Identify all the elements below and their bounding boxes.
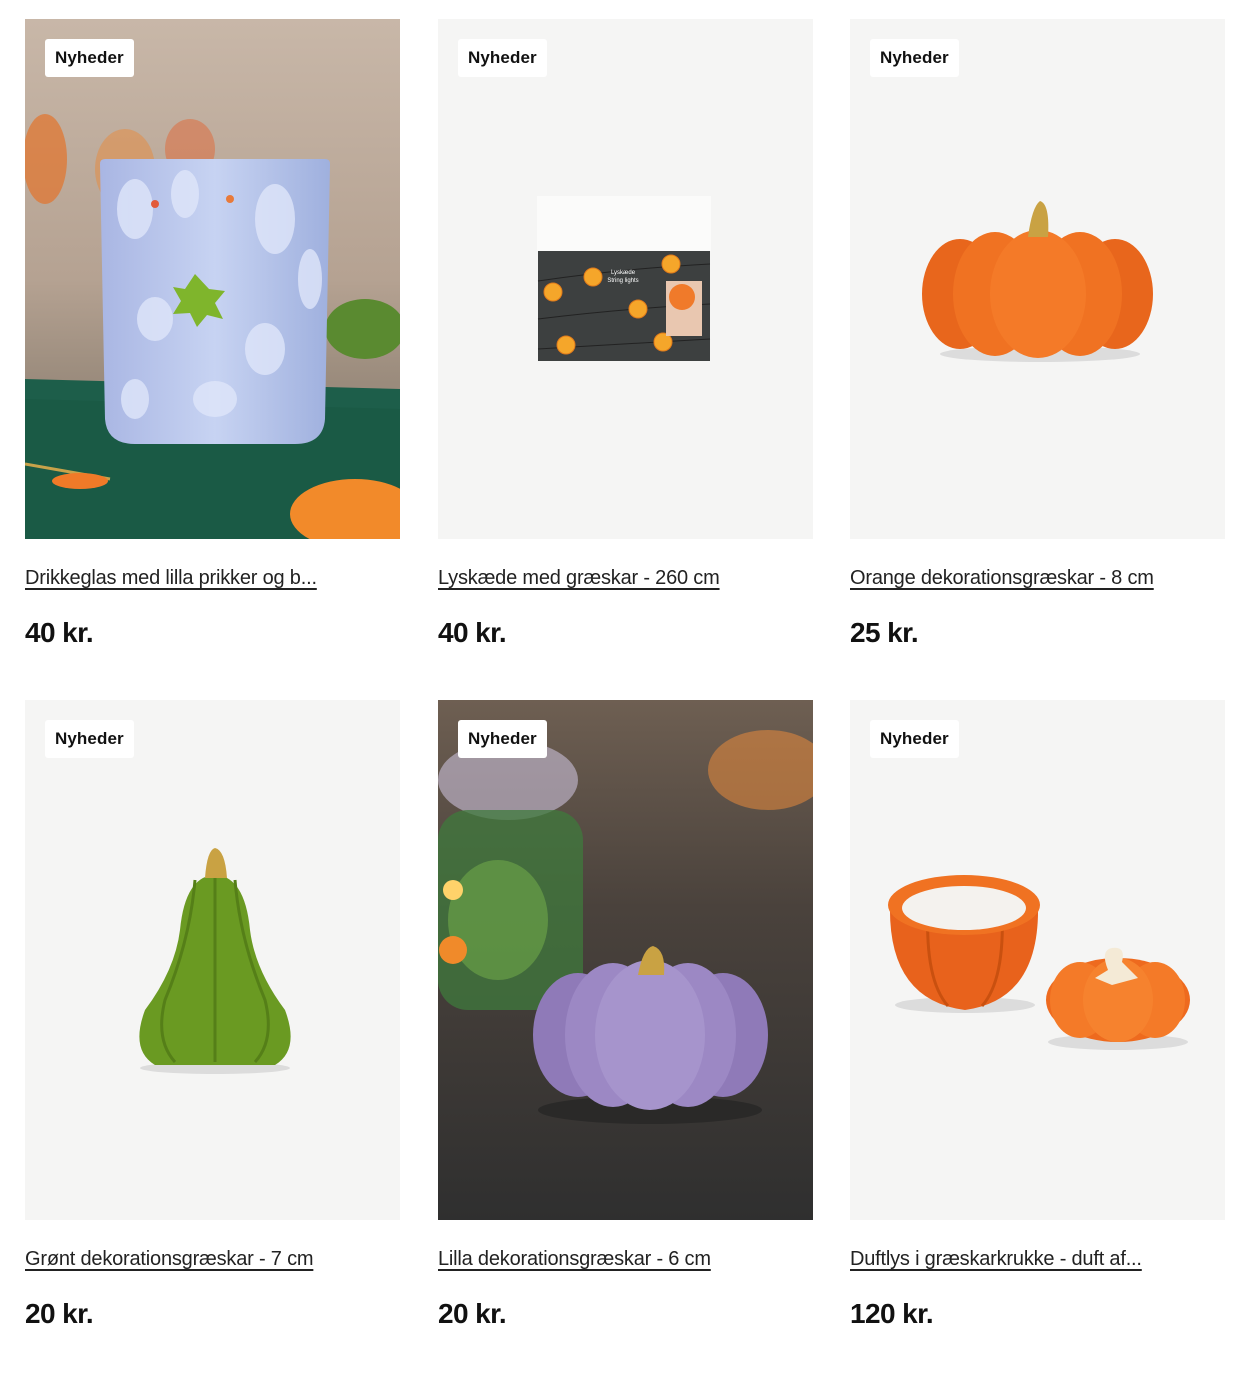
purple-pumpkin-photo: [438, 700, 813, 1220]
product-price: 20 kr.: [25, 1298, 94, 1329]
new-badge: Nyheder: [870, 39, 959, 77]
product-price: 120 kr.: [850, 1298, 934, 1329]
new-badge: Nyheder: [45, 39, 134, 77]
product-price: 25 kr.: [850, 617, 919, 648]
product-title-link[interactable]: Lilla dekorationsgræskar - 6 cm: [438, 1248, 813, 1271]
product-image[interactable]: Lyskæde String lights Nyheder: [438, 19, 813, 539]
new-badge: Nyheder: [45, 720, 134, 758]
product-title-link[interactable]: Orange dekorationsgræskar - 8 cm: [850, 567, 1225, 590]
new-badge: Nyheder: [870, 720, 959, 758]
product-title-link[interactable]: Drikkeglas med lilla prikker og b...: [25, 567, 400, 590]
product-price: 20 kr.: [438, 1298, 507, 1329]
product-image[interactable]: Nyheder: [25, 19, 400, 539]
product-image[interactable]: Nyheder: [850, 19, 1225, 539]
product-title-link[interactable]: Lyskæde med græskar - 260 cm: [438, 567, 813, 590]
orange-pumpkin: [850, 19, 1225, 539]
product-image[interactable]: Nyheder: [438, 700, 813, 1220]
product-price: 40 kr.: [438, 617, 507, 648]
glass-photo: [25, 19, 400, 539]
new-badge: Nyheder: [458, 720, 547, 758]
pumpkin-candle-jar: [850, 700, 1225, 1220]
package-line2: String lights: [607, 278, 638, 284]
string-lights-package: Lyskæde String lights: [438, 19, 813, 539]
product-title-link[interactable]: Grønt dekorationsgræskar - 7 cm: [25, 1248, 400, 1271]
new-badge: Nyheder: [458, 39, 547, 77]
package-line1: Lyskæde: [611, 270, 636, 276]
product-image[interactable]: Nyheder: [25, 700, 400, 1220]
product-image[interactable]: Nyheder: [850, 700, 1225, 1220]
product-grid: Nyheder Drikkeglas med lilla prikker og …: [0, 0, 1250, 1374]
product-price: 40 kr.: [25, 617, 94, 648]
product-title-link[interactable]: Duftlys i græskarkrukke - duft af...: [850, 1248, 1225, 1271]
green-gourd: [25, 700, 400, 1220]
